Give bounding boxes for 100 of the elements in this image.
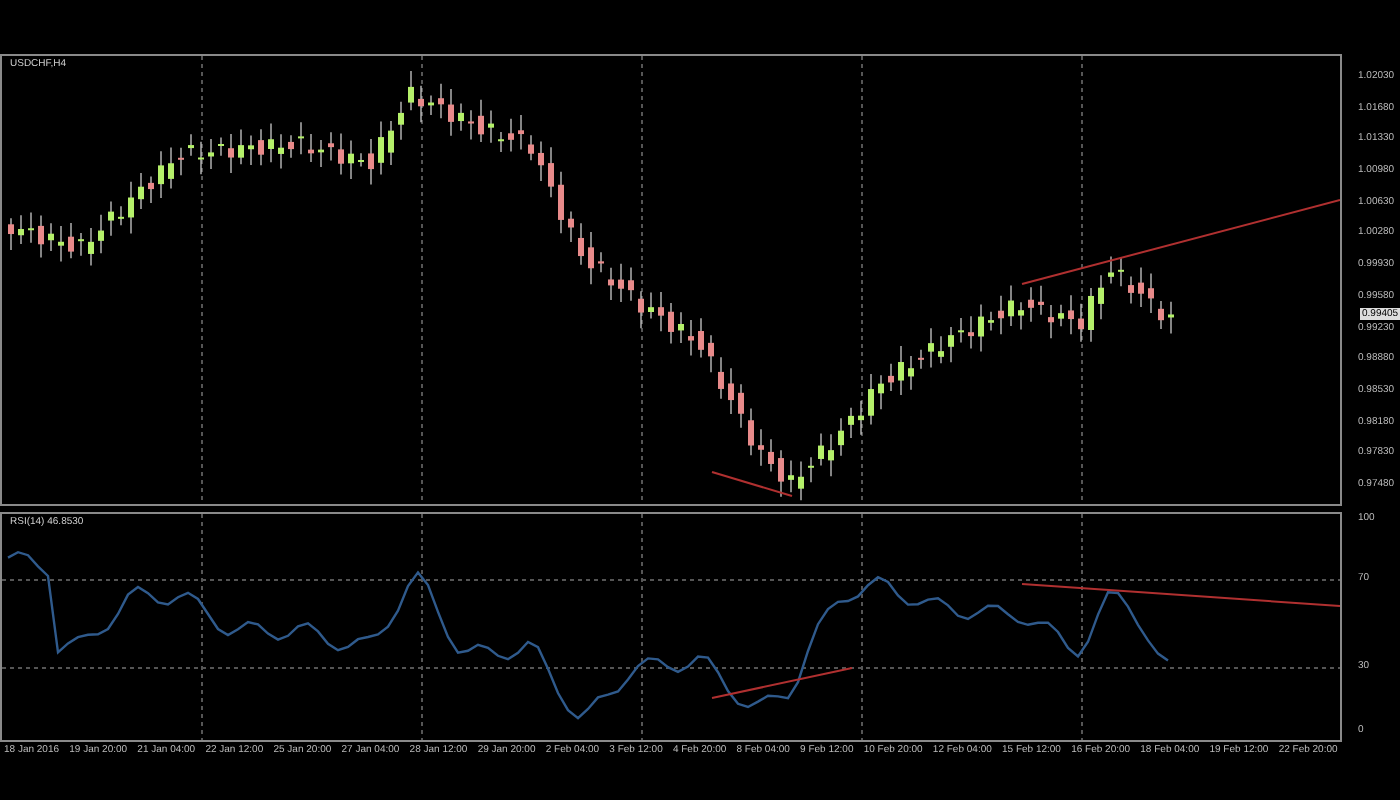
candlestick	[218, 136, 224, 157]
candlestick	[28, 211, 34, 244]
candlestick	[808, 456, 814, 483]
candlestick	[118, 205, 124, 226]
candlestick	[418, 85, 424, 123]
candlestick	[1168, 301, 1174, 335]
candlestick	[368, 138, 374, 186]
candlestick	[1118, 257, 1124, 287]
candlestick	[318, 139, 324, 168]
candlestick	[748, 407, 754, 456]
candlestick	[8, 217, 14, 251]
candlestick	[678, 311, 684, 344]
candlestick	[1028, 286, 1034, 323]
candlestick	[588, 231, 594, 285]
candlestick	[988, 311, 994, 331]
candlestick	[1138, 266, 1144, 308]
candlestick	[908, 355, 914, 391]
candlestick	[568, 210, 574, 243]
candlestick	[348, 139, 354, 180]
candlestick	[1128, 275, 1134, 305]
candlestick	[278, 133, 284, 170]
candlestick	[1088, 287, 1094, 343]
candlestick	[518, 114, 524, 151]
candlestick	[1038, 285, 1044, 316]
candlestick	[68, 222, 74, 259]
candlestick	[958, 317, 964, 344]
candlestick	[998, 295, 1004, 335]
candlestick	[788, 459, 794, 493]
candlestick	[1078, 303, 1084, 343]
candlestick	[138, 172, 144, 210]
candlestick	[818, 432, 824, 467]
candlestick	[698, 317, 704, 359]
candlestick	[1068, 294, 1074, 335]
candlestick	[628, 266, 634, 302]
candlestick	[888, 363, 894, 392]
candlestick	[168, 147, 174, 190]
candlestick	[618, 263, 624, 303]
candlestick	[798, 461, 804, 501]
candlestick	[268, 122, 274, 163]
candlestick	[178, 147, 184, 176]
candlestick	[1018, 301, 1024, 331]
candlestick	[758, 428, 764, 467]
candlestick	[598, 251, 604, 273]
candlestick	[898, 345, 904, 396]
candlestick	[238, 128, 244, 165]
candlestick	[78, 232, 84, 257]
candlestick	[438, 83, 444, 119]
trend-line	[711, 667, 853, 699]
candlestick	[648, 291, 654, 320]
candlestick	[88, 227, 94, 267]
candlestick	[288, 134, 294, 159]
candlestick	[828, 433, 834, 477]
candlestick	[658, 291, 664, 332]
candlestick	[548, 146, 554, 198]
candlestick	[838, 417, 844, 457]
candlestick	[308, 133, 314, 163]
candlestick	[408, 70, 414, 111]
candlestick	[198, 141, 204, 175]
candlestick	[928, 327, 934, 368]
candlestick	[48, 222, 54, 252]
candlestick	[668, 302, 674, 345]
candlestick	[858, 400, 864, 436]
candlestick	[428, 94, 434, 116]
candlestick	[1098, 274, 1104, 320]
candlestick	[358, 152, 364, 168]
candlestick	[688, 319, 694, 357]
candlestick	[878, 374, 884, 410]
candlestick	[558, 171, 564, 234]
candlestick	[1008, 285, 1014, 327]
candlestick	[488, 109, 494, 144]
candlestick	[728, 367, 734, 415]
candlestick	[868, 373, 874, 425]
candlestick	[1148, 272, 1154, 314]
candlestick	[848, 407, 854, 439]
candlestick	[58, 225, 64, 263]
candlestick	[38, 215, 44, 259]
candlestick	[158, 150, 164, 199]
candlestick	[378, 121, 384, 175]
candlestick	[578, 222, 584, 266]
candlestick	[248, 134, 254, 166]
candlestick	[98, 214, 104, 254]
candlestick	[1048, 304, 1054, 339]
candlestick	[128, 181, 134, 234]
candlestick	[708, 334, 714, 373]
candlestick	[258, 128, 264, 166]
candlestick	[528, 134, 534, 161]
candlestick	[738, 383, 744, 429]
candlestick	[1108, 255, 1114, 284]
candlestick	[778, 449, 784, 498]
trend-line	[711, 471, 793, 497]
candlestick	[108, 200, 114, 237]
candlestick	[608, 267, 614, 301]
candlestick	[398, 101, 404, 141]
candlestick	[1158, 300, 1164, 330]
candlestick	[228, 133, 234, 174]
candlestick	[148, 175, 154, 204]
candlestick	[1058, 304, 1064, 327]
candlestick	[448, 88, 454, 137]
candlestick	[918, 349, 924, 370]
candlestick	[968, 315, 974, 350]
